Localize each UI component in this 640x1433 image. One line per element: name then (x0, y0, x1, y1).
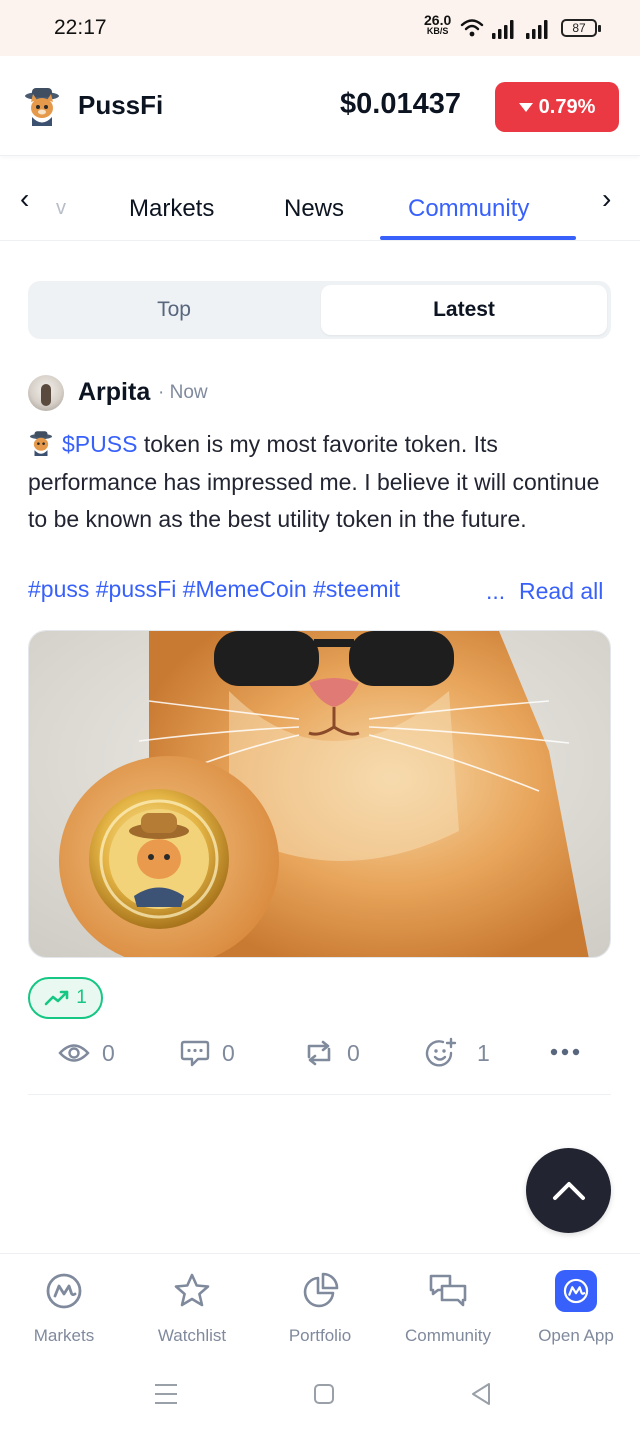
tab-news[interactable]: News (284, 195, 344, 223)
post-divider (28, 1094, 611, 1095)
cell-signal-icon-2 (526, 20, 548, 39)
tab-partial-overview[interactable]: v (56, 197, 66, 220)
tabs-next-arrow-icon[interactable]: › (602, 183, 611, 215)
feed-sort-toggle: Top Latest (28, 281, 611, 339)
comments-count: 0 (222, 1039, 235, 1066)
reactions-stat[interactable]: 1 (425, 1033, 490, 1073)
price-change-value: 0.79% (538, 95, 596, 118)
bottom-navigation: Markets Watchlist Portfolio Community Op… (0, 1253, 640, 1363)
nav-portfolio[interactable]: Portfolio (256, 1268, 384, 1346)
cell-signal-icon-1 (492, 20, 514, 39)
network-speed-unit: KB/S (426, 26, 449, 36)
tab-markets[interactable]: Markets (129, 195, 214, 223)
caret-down-icon (518, 102, 533, 112)
nav-watchlist-label: Watchlist (157, 1326, 227, 1345)
system-navigation-bar (0, 1363, 640, 1433)
network-speed: 26.0 KB/S (424, 12, 452, 37)
reactions-count: 1 (477, 1039, 490, 1066)
tabs-prev-arrow-icon[interactable]: ‹ (20, 183, 29, 215)
trending-up-icon (44, 990, 69, 1006)
nav-community-label: Community (405, 1326, 491, 1345)
comments-stat[interactable]: 0 (180, 1033, 235, 1073)
scroll-to-top-button[interactable] (526, 1148, 611, 1233)
nav-markets[interactable]: Markets (0, 1268, 128, 1346)
network-speed-value: 26.0 (424, 12, 452, 28)
comment-icon (180, 1040, 210, 1067)
coin-name: PussFi (78, 90, 164, 120)
post-stats-row: 0 0 0 1 (0, 1033, 640, 1073)
reposts-count: 0 (347, 1039, 360, 1066)
recent-apps-icon[interactable] (154, 1383, 178, 1405)
post-time: · Now (158, 382, 208, 403)
price-change-badge[interactable]: 0.79% (495, 82, 619, 132)
nav-open-app[interactable]: Open App (512, 1268, 640, 1346)
author-avatar[interactable] (28, 375, 64, 411)
section-tabs: ‹ v Markets News Community › (0, 157, 640, 241)
nav-open-app-label: Open App (538, 1326, 614, 1345)
pussfi-logo-icon (25, 88, 59, 126)
tab-community[interactable]: Community (408, 195, 529, 223)
back-icon[interactable] (470, 1382, 492, 1406)
nav-portfolio-label: Portfolio (288, 1326, 352, 1345)
coin-price: $0.01437 (340, 88, 461, 120)
coin-header: PussFi $0.01437 0.79% (0, 56, 640, 156)
read-all-ellipsis: ... (486, 578, 506, 604)
post-hashtags[interactable]: #puss #pussFi #MemeCoin #steemit (28, 576, 400, 603)
chevron-up-icon (552, 1181, 585, 1200)
app-logo-icon (555, 1270, 597, 1312)
sort-latest-button[interactable]: Latest (321, 285, 607, 335)
author-name[interactable]: Arpita (78, 378, 150, 407)
active-tab-indicator (380, 236, 576, 240)
pussfi-emoji-icon (29, 431, 53, 456)
pie-chart-icon (303, 1272, 339, 1308)
wifi-icon (460, 19, 484, 31)
cat-coin-illustration (29, 631, 610, 957)
trending-count: 1 (76, 987, 87, 1008)
status-time: 22:17 (54, 16, 107, 39)
sort-top-button[interactable]: Top (28, 281, 320, 339)
views-count: 0 (102, 1039, 115, 1066)
more-options-icon[interactable] (550, 1047, 580, 1057)
gold-coin (89, 789, 229, 929)
signal-icons (460, 19, 548, 39)
cashtag-link[interactable]: $PUSS (62, 431, 137, 457)
trending-badge[interactable]: 1 (28, 977, 103, 1019)
nav-community[interactable]: Community (384, 1268, 512, 1346)
chat-bubbles-icon (429, 1274, 467, 1307)
nav-markets-label: Markets (33, 1326, 95, 1345)
home-icon[interactable] (313, 1383, 335, 1405)
battery-icon: 87 (561, 19, 601, 37)
markets-icon (46, 1273, 82, 1309)
eye-icon (58, 1044, 90, 1062)
status-bar: 22:17 26.0 KB/S 87 (0, 0, 640, 56)
post-image[interactable] (28, 630, 611, 958)
read-all-link[interactable]: Read all (519, 578, 603, 605)
star-icon (174, 1273, 210, 1307)
reposts-stat[interactable]: 0 (303, 1033, 360, 1073)
repost-icon (307, 1040, 331, 1066)
post-text: $PUSS token is my most favorite token. I… (28, 426, 618, 539)
views-stat[interactable]: 0 (58, 1033, 115, 1073)
nav-watchlist[interactable]: Watchlist (128, 1268, 256, 1346)
add-reaction-icon (425, 1037, 457, 1067)
